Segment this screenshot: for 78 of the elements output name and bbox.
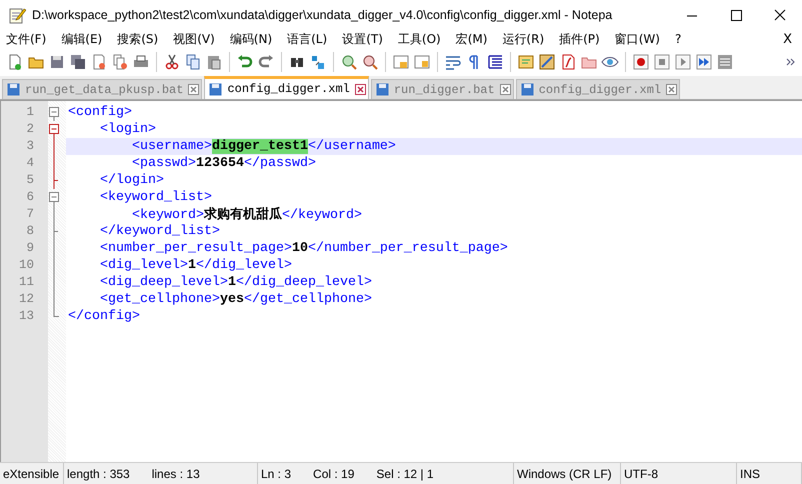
status-text: Col : 19 bbox=[313, 466, 354, 480]
line-number: 8 bbox=[25, 223, 35, 240]
menu-item[interactable]: 编码(N) bbox=[224, 30, 278, 48]
line-number: 2 bbox=[25, 121, 35, 138]
menu-item[interactable]: 窗口(W) bbox=[608, 30, 666, 48]
record-icon[interactable] bbox=[632, 53, 650, 71]
zoom-out-icon[interactable] bbox=[361, 53, 379, 71]
status-text: lines : 13 bbox=[152, 466, 200, 480]
close-document-button[interactable]: X bbox=[777, 32, 798, 46]
sync-horizontal-icon[interactable] bbox=[413, 53, 431, 71]
code-line: <get_cellphone>yes</get_cellphone> bbox=[98, 291, 373, 308]
menu-item[interactable]: 编辑(E) bbox=[55, 30, 108, 48]
menu-item[interactable]: ? bbox=[668, 32, 688, 46]
maximize-icon[interactable] bbox=[728, 8, 744, 22]
code-line: </login> bbox=[98, 172, 165, 189]
menu-item[interactable]: 设置(T) bbox=[336, 30, 389, 48]
line-number: 7 bbox=[25, 206, 35, 223]
code-line: <dig_deep_level>1</dig_deep_level> bbox=[98, 274, 373, 291]
notepad-icon bbox=[8, 6, 26, 24]
code-line: <passwd>123654</passwd> bbox=[130, 155, 317, 172]
save-all-icon[interactable] bbox=[69, 53, 87, 71]
code-line: </config> bbox=[67, 308, 141, 325]
status-text: eXtensible bbox=[3, 466, 60, 480]
save-icon[interactable] bbox=[48, 53, 66, 71]
save-icon bbox=[376, 83, 389, 96]
menu-item[interactable]: 文件(F) bbox=[0, 30, 52, 48]
code-line: <number_per_result_page>10</number_per_result_page> bbox=[98, 240, 509, 257]
fold-toggle-icon[interactable] bbox=[48, 121, 60, 138]
status-text: UTF-8 bbox=[624, 466, 658, 480]
menu-item[interactable]: 运行(R) bbox=[496, 30, 550, 48]
stop-icon[interactable] bbox=[653, 53, 671, 71]
fast-forward-icon[interactable] bbox=[695, 53, 713, 71]
line-number: 11 bbox=[18, 274, 35, 291]
save-icon bbox=[520, 83, 534, 96]
line-number: 1 bbox=[25, 104, 35, 121]
line-number: 12 bbox=[18, 291, 35, 308]
menu-item[interactable]: 工具(O) bbox=[392, 30, 447, 48]
code-line: <dig_level>1</dig_level> bbox=[98, 257, 293, 274]
cut-icon[interactable] bbox=[163, 53, 181, 71]
sync-vertical-icon[interactable] bbox=[392, 53, 410, 71]
menu-item[interactable]: 插件(P) bbox=[553, 30, 606, 48]
status-text: length : 353 bbox=[67, 466, 130, 480]
code-line: <config> bbox=[67, 104, 133, 121]
code-line: </keyword_list> bbox=[98, 223, 221, 240]
line-number: 10 bbox=[18, 257, 35, 274]
save-icon bbox=[7, 83, 20, 96]
menu-item[interactable]: 视图(V) bbox=[167, 30, 221, 48]
line-number: 13 bbox=[18, 308, 35, 325]
line-number: 5 bbox=[25, 172, 35, 189]
menu-item[interactable]: 宏(M) bbox=[450, 30, 494, 48]
paste-icon[interactable] bbox=[205, 53, 223, 71]
line-number: 3 bbox=[25, 138, 35, 155]
fold-toggle-icon[interactable] bbox=[48, 189, 60, 206]
fold-toggle-icon[interactable] bbox=[48, 104, 60, 121]
window-title: D:\workspace_python2\test2\com\xundata\digger\xundata_digger_v4.0\config\config_digger.xml - Notepa bbox=[32, 8, 614, 22]
line-number: 4 bbox=[25, 155, 35, 172]
code-line: <keyword>求购有机甜瓜</keyword> bbox=[130, 206, 363, 223]
copy-icon[interactable] bbox=[184, 53, 202, 71]
menu-item[interactable]: 搜索(S) bbox=[111, 30, 164, 48]
menu-item[interactable]: 语言(L) bbox=[281, 30, 334, 48]
line-number: 9 bbox=[25, 240, 35, 257]
zoom-in-icon[interactable] bbox=[340, 53, 358, 71]
code-line: <keyword_list> bbox=[98, 189, 213, 206]
replace-icon[interactable] bbox=[309, 53, 327, 71]
close-icon[interactable] bbox=[772, 8, 788, 22]
status-text: Windows (CR LF) bbox=[517, 466, 612, 480]
line-number: 6 bbox=[25, 189, 35, 206]
play-icon[interactable] bbox=[674, 53, 692, 71]
code-line: <login> bbox=[98, 121, 157, 138]
status-text: Ln : 3 bbox=[261, 466, 292, 480]
close-all-icon[interactable] bbox=[111, 53, 129, 71]
status-text: INS bbox=[740, 466, 760, 480]
more-icon[interactable] bbox=[786, 57, 796, 67]
indent-guide-icon[interactable] bbox=[486, 53, 504, 71]
save-macro-icon[interactable] bbox=[716, 53, 734, 71]
save-icon bbox=[209, 82, 222, 96]
status-text: Sel : 12 | 1 bbox=[376, 466, 434, 480]
file-tab[interactable]: config_digger.xml bbox=[204, 76, 369, 99]
